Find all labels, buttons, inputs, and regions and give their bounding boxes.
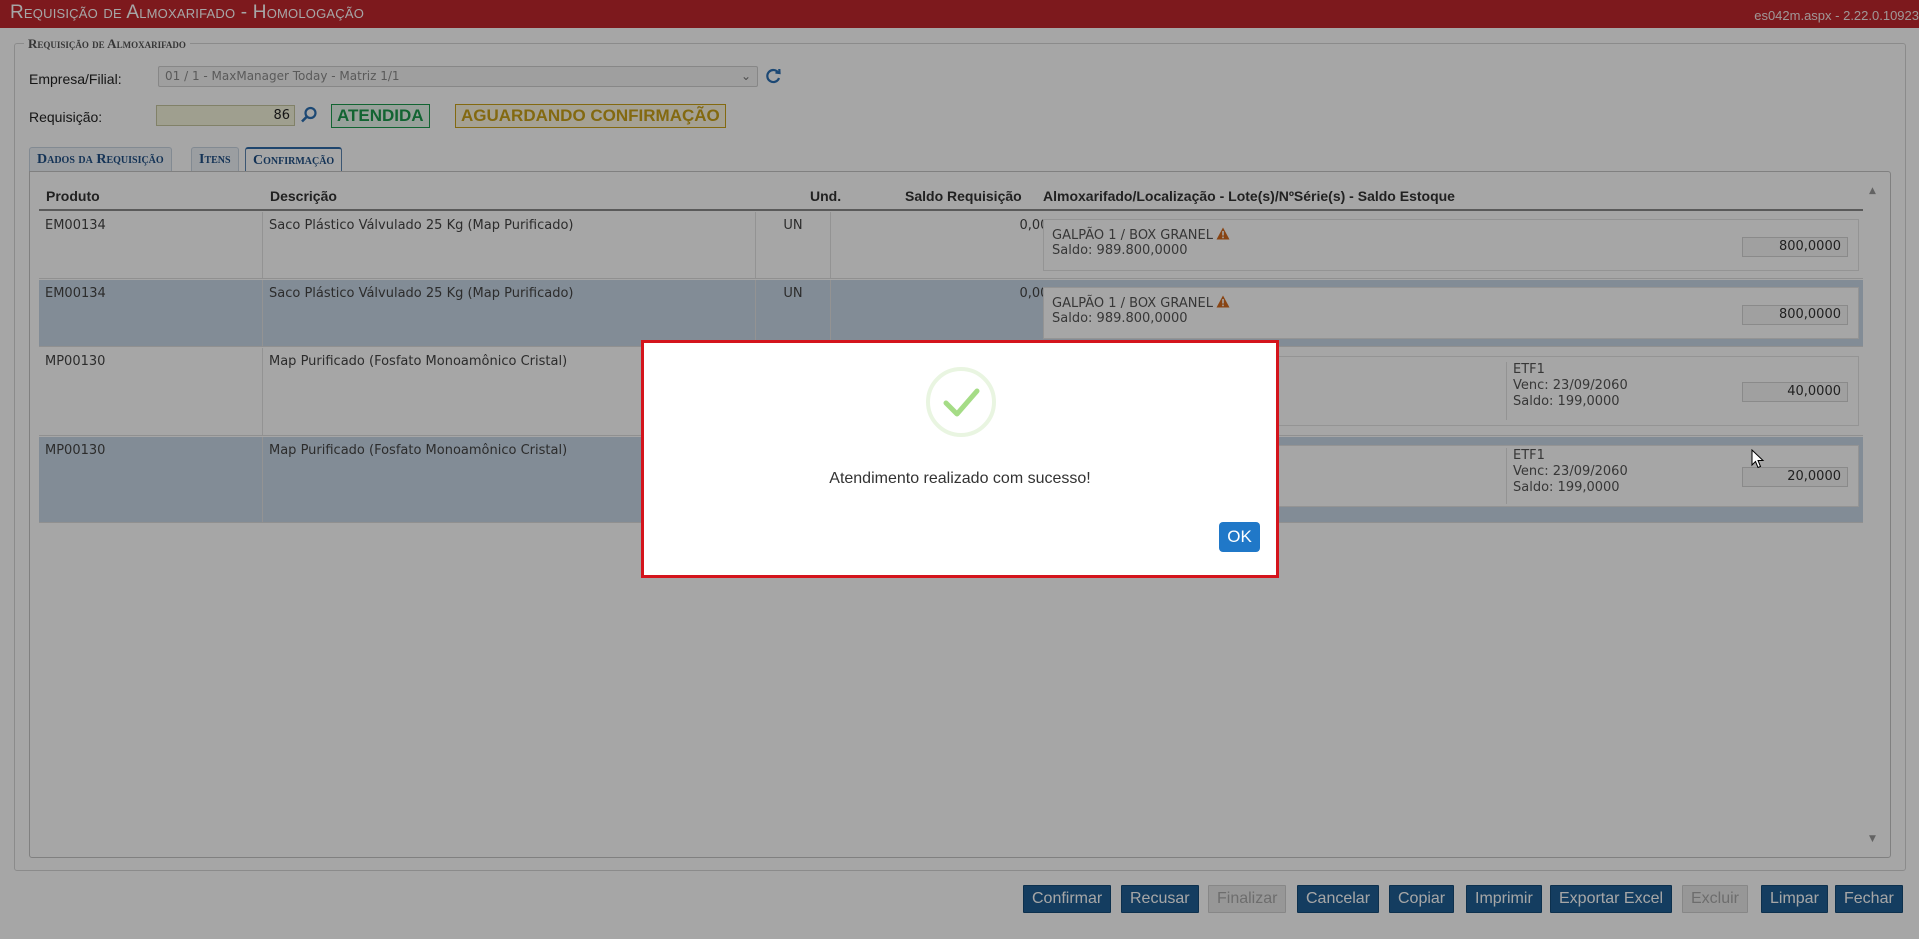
success-dialog: Atendimento realizado com sucesso! OK [641, 340, 1279, 578]
check-icon [943, 388, 980, 417]
success-check-circle [926, 367, 996, 437]
ok-button[interactable]: OK [1219, 522, 1260, 552]
mouse-cursor-icon [1751, 449, 1765, 469]
dialog-message: Atendimento realizado com sucesso! [829, 470, 1091, 487]
